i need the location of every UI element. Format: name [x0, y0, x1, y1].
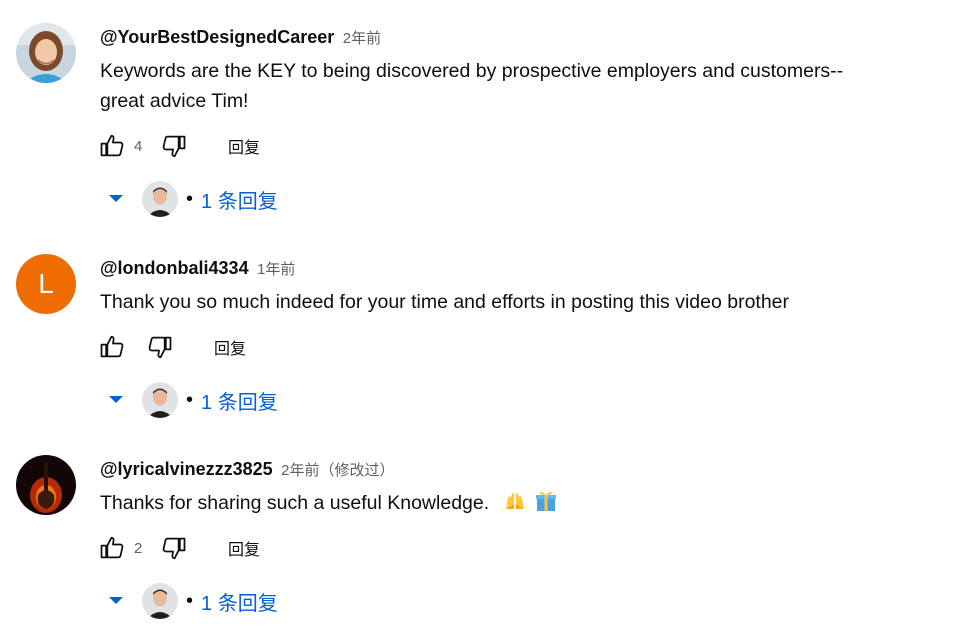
avatar-letter: L	[38, 268, 54, 299]
dislike-icon[interactable]	[144, 331, 176, 363]
caret-down-icon	[104, 187, 128, 211]
raising-hands-emoji	[503, 489, 527, 513]
comment-time[interactable]: 2年前（修改过）	[281, 462, 394, 479]
comment-text-body: Thanks for sharing such a useful Knowled…	[100, 492, 490, 514]
avatar[interactable]	[16, 23, 76, 83]
reply-author-avatar	[142, 583, 178, 619]
comment-author[interactable]: @YourBestDesignedCareer	[100, 27, 334, 47]
dislike-icon[interactable]	[158, 130, 190, 162]
reply-button[interactable]: 回复	[214, 335, 246, 359]
separator-dot: •	[186, 589, 194, 612]
separator-dot: •	[186, 187, 194, 210]
like-icon[interactable]	[96, 532, 128, 564]
avatar[interactable]: L	[16, 254, 76, 314]
reply-author-avatar	[142, 181, 178, 217]
like-count: 4	[134, 137, 143, 155]
replies-count-label[interactable]: 1 条回复	[201, 185, 278, 214]
separator-dot: •	[186, 388, 194, 411]
reply-author-avatar	[142, 382, 178, 418]
comment-time[interactable]: 1年前	[257, 261, 295, 278]
view-replies-button[interactable]: • 1 条回复	[104, 582, 278, 620]
replies-count-label[interactable]: 1 条回复	[201, 386, 278, 415]
view-replies-button[interactable]: • 1 条回复	[104, 381, 278, 419]
like-icon[interactable]	[96, 331, 128, 363]
view-replies-button[interactable]: • 1 条回复	[104, 180, 278, 218]
like-icon[interactable]	[96, 130, 128, 162]
comment-author[interactable]: @londonbali4334	[100, 258, 249, 278]
avatar[interactable]	[16, 455, 76, 515]
reply-button[interactable]: 回复	[228, 134, 260, 158]
caret-down-icon	[104, 589, 128, 613]
gift-emoji	[534, 489, 558, 513]
comment-text: Thanks for sharing such a useful Knowled…	[100, 488, 558, 518]
comment-time[interactable]: 2年前	[343, 30, 381, 47]
replies-count-label[interactable]: 1 条回复	[201, 587, 278, 616]
dislike-icon[interactable]	[158, 532, 190, 564]
comment-author[interactable]: @lyricalvinezzz3825	[100, 459, 273, 479]
comment-text: Keywords are the KEY to being discovered…	[100, 60, 844, 112]
comment-text: Thank you so much indeed for your time a…	[100, 291, 790, 313]
like-count: 2	[134, 539, 143, 557]
reply-button[interactable]: 回复	[228, 536, 260, 560]
caret-down-icon	[104, 388, 128, 412]
